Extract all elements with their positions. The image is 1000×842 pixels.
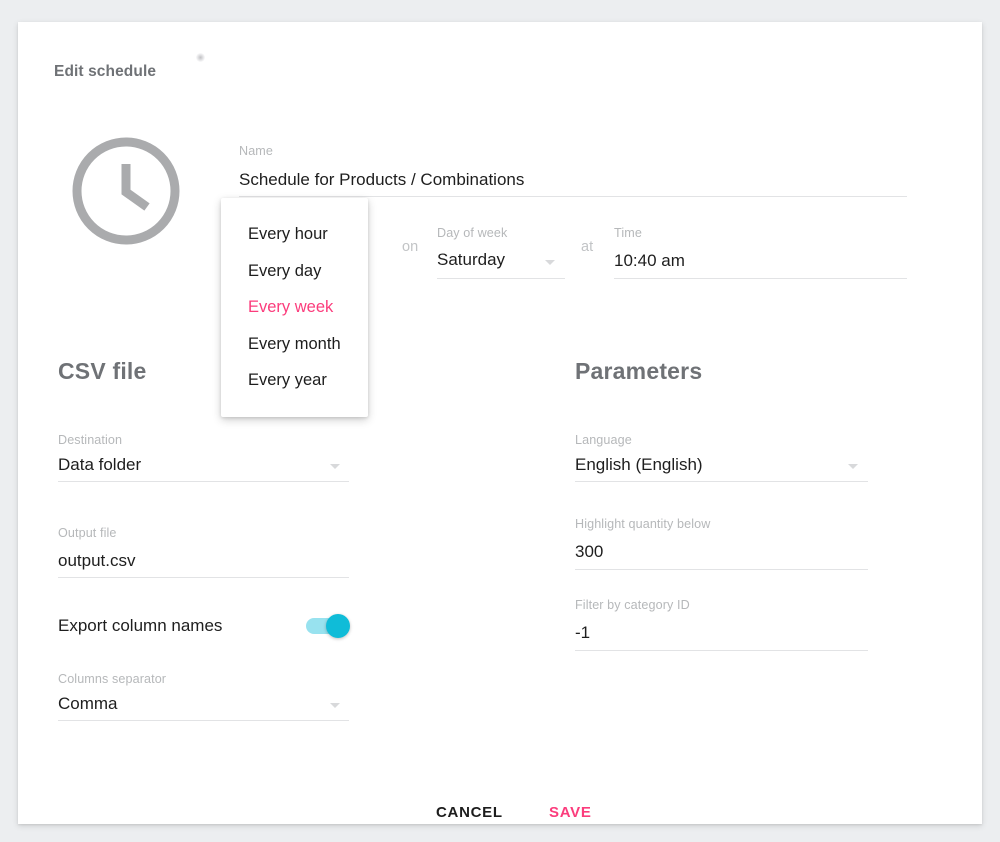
dropdown-item-every-day[interactable]: Every day (221, 253, 368, 290)
parameters-section-title: Parameters (575, 358, 703, 384)
conjunction-on: on (402, 239, 419, 255)
frequency-dropdown-menu[interactable]: Every hour Every day Every week Every mo… (221, 198, 368, 417)
dropdown-item-every-year[interactable]: Every year (221, 362, 368, 399)
language-select-value[interactable]: English (English) (575, 455, 703, 475)
output-file-underline (58, 577, 349, 578)
export-column-names-toggle[interactable] (306, 614, 350, 638)
edit-schedule-dialog: Edit schedule Name Schedule for Products… (18, 22, 982, 824)
language-underline (575, 481, 868, 482)
output-file-label: Output file (58, 526, 117, 540)
time-input-underline (614, 278, 907, 279)
cancel-button[interactable]: CANCEL (436, 804, 503, 821)
columns-separator-label: Columns separator (58, 672, 167, 686)
filter-category-id-input[interactable]: -1 (575, 623, 590, 643)
time-field-label: Time (614, 226, 642, 240)
highlight-quantity-underline (575, 569, 868, 570)
name-input[interactable]: Schedule for Products / Combinations (239, 170, 524, 190)
dropdown-item-every-week[interactable]: Every week (221, 289, 368, 326)
destination-label: Destination (58, 433, 123, 447)
screen: Edit schedule Name Schedule for Products… (0, 0, 1000, 842)
chevron-down-icon-destination[interactable] (330, 464, 340, 469)
destination-underline (58, 481, 349, 482)
dropdown-item-every-hour[interactable]: Every hour (221, 216, 368, 253)
dropdown-item-every-month[interactable]: Every month (221, 326, 368, 363)
save-button[interactable]: SAVE (549, 804, 592, 821)
toggle-thumb (326, 614, 350, 638)
day-of-week-underline (437, 278, 565, 279)
language-label: Language (575, 433, 632, 447)
columns-separator-select-value[interactable]: Comma (58, 694, 118, 714)
conjunction-at: at (581, 239, 594, 255)
chevron-down-icon-columns-separator[interactable] (330, 703, 340, 708)
columns-separator-underline (58, 720, 349, 721)
chevron-down-icon-day-of-week[interactable] (545, 260, 555, 265)
export-column-names-label: Export column names (58, 616, 223, 635)
day-of-week-select-value[interactable]: Saturday (437, 250, 505, 270)
clock-icon (69, 134, 183, 248)
chevron-down-icon-language[interactable] (848, 464, 858, 469)
day-of-week-label: Day of week (437, 226, 508, 240)
name-input-underline (239, 196, 907, 197)
dialog-title: Edit schedule (54, 63, 157, 80)
csv-section-title: CSV file (58, 358, 147, 384)
name-field-label: Name (239, 144, 273, 158)
time-input[interactable]: 10:40 am (614, 251, 685, 271)
destination-select-value[interactable]: Data folder (58, 455, 141, 475)
filter-category-id-label: Filter by category ID (575, 598, 690, 612)
filter-category-id-underline (575, 650, 868, 651)
highlight-quantity-input[interactable]: 300 (575, 542, 603, 562)
dot-artifact-icon (196, 53, 205, 62)
highlight-quantity-label: Highlight quantity below (575, 517, 711, 531)
output-file-input[interactable]: output.csv (58, 551, 136, 571)
